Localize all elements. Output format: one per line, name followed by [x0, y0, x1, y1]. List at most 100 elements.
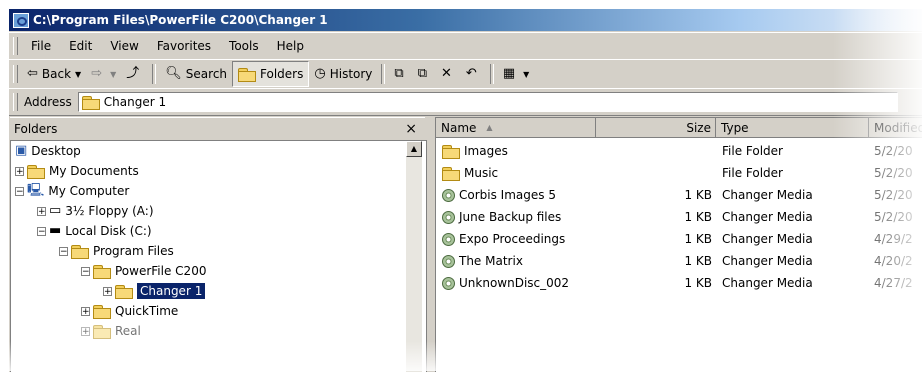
move-to-icon: ⧉ [394, 66, 404, 81]
cell-size [596, 140, 712, 162]
tree-item-changer-1[interactable]: + Changer 1 [103, 281, 206, 301]
history-button[interactable]: ◷ History [309, 62, 377, 86]
toolbar-separator [489, 64, 494, 84]
title-bar: C:\Program Files\PowerFile C200\Changer … [9, 9, 922, 31]
column-header-type[interactable]: Type [716, 118, 869, 138]
address-grip[interactable] [13, 93, 18, 111]
list-item[interactable]: Music File Folder 5/2/20 [436, 162, 922, 184]
history-label: History [329, 67, 373, 81]
tree-item-powerfile[interactable]: − PowerFile C200 [81, 261, 206, 281]
toolbar: ⇦ Back ▼ ⇨ ▼ ⤴ 🔍︎ Search Folders ◷ Histo… [9, 59, 922, 89]
cell-type: Changer Media [722, 206, 868, 228]
tree-item-label: Desktop [31, 144, 81, 158]
tree-item-label-selected: Changer 1 [137, 283, 206, 299]
disc-icon [442, 188, 455, 202]
tree-item-quicktime[interactable]: + QuickTime [81, 301, 178, 321]
collapse-icon[interactable]: − [37, 226, 46, 236]
list-item[interactable]: Corbis Images 5 1 KB Changer Media 5/2/20 [436, 184, 922, 206]
list-item[interactable]: June Backup files 1 KB Changer Media 5/2/20 [436, 206, 922, 228]
collapse-icon[interactable]: − [59, 246, 68, 256]
expand-icon[interactable]: + [81, 326, 90, 336]
address-folder-icon [81, 95, 100, 110]
explorer-window: C:\Program Files\PowerFile C200\Changer … [8, 8, 922, 372]
column-header-modified[interactable]: Modified [869, 118, 922, 138]
menu-file[interactable]: File [22, 37, 60, 55]
column-header-size[interactable]: Size [596, 118, 716, 138]
up-folder-button[interactable]: ⤴ [121, 62, 148, 86]
tree-item-program-files[interactable]: − Program Files [59, 241, 174, 261]
delete-button[interactable]: ✕ [436, 62, 461, 86]
menu-edit[interactable]: Edit [60, 37, 101, 55]
address-label: Address [24, 95, 72, 109]
toolbar-grip[interactable] [13, 65, 18, 83]
list-item[interactable]: The Matrix 1 KB Changer Media 4/20/2 [436, 250, 922, 272]
column-label: Size [686, 120, 711, 135]
menu-help[interactable]: Help [268, 37, 313, 55]
my-documents-icon [27, 164, 45, 179]
back-button[interactable]: ⇦ Back ▼ [22, 62, 86, 86]
forward-dropdown-icon[interactable]: ▼ [110, 70, 116, 79]
copy-to-button[interactable]: ⧉ [413, 62, 436, 86]
file-size: 1 KB [684, 276, 712, 290]
menu-view[interactable]: View [101, 37, 147, 55]
collapse-icon[interactable]: − [15, 186, 24, 196]
pane-splitter[interactable] [427, 117, 435, 372]
tree-scrollbar[interactable]: ▲ [406, 141, 422, 372]
tree-item-label: Real [115, 324, 141, 338]
file-modified: 5/2/20 [874, 144, 913, 158]
tree-item-label: QuickTime [115, 304, 179, 318]
move-to-button[interactable]: ⧉ [389, 62, 412, 86]
file-size: 1 KB [684, 254, 712, 268]
tree-item-real[interactable]: + Real [81, 321, 141, 341]
forward-button[interactable]: ⇨ ▼ [86, 62, 121, 86]
sort-ascending-icon: ▲ [486, 123, 493, 132]
tree-item-desktop[interactable]: ▣ Desktop [15, 141, 81, 161]
file-type: Changer Media [722, 276, 813, 290]
tree-item-label: My Computer [48, 184, 130, 198]
column-header-name[interactable]: Name ▲ [436, 118, 596, 138]
cell-modified: 5/2/20 [874, 140, 922, 162]
cell-name: UnknownDisc_002 [442, 272, 596, 294]
close-pane-button[interactable]: × [405, 121, 425, 137]
cell-name: The Matrix [442, 250, 596, 272]
back-dropdown-icon[interactable]: ▼ [75, 70, 81, 79]
file-type: Changer Media [722, 210, 813, 224]
file-name: June Backup files [459, 210, 562, 224]
expand-icon[interactable]: + [37, 206, 46, 216]
tree-item-floppy[interactable]: + ▭ 3½ Floppy (A:) [37, 201, 154, 221]
tree-item-my-computer[interactable]: − 🖳 My Computer [15, 181, 129, 201]
menu-tools[interactable]: Tools [220, 37, 268, 55]
collapse-icon[interactable]: − [81, 266, 90, 276]
search-icon: 🔍︎ [165, 66, 182, 81]
column-label: Modified [874, 120, 922, 135]
cell-modified: 5/2/20 [874, 162, 922, 184]
list-item[interactable]: UnknownDisc_002 1 KB Changer Media 4/27/2 [436, 272, 922, 294]
folder-icon [93, 324, 111, 339]
cell-modified: 4/29/2 [874, 228, 922, 250]
cell-modified: 5/2/20 [874, 206, 922, 228]
views-button[interactable]: ▦ ▼ [498, 62, 534, 86]
tree-item-label: 3½ Floppy (A:) [65, 204, 154, 218]
views-dropdown-icon[interactable]: ▼ [523, 70, 529, 79]
cell-size: 1 KB [596, 206, 712, 228]
list-item[interactable]: Expo Proceedings 1 KB Changer Media 4/29/2 [436, 228, 922, 250]
cell-name: Expo Proceedings [442, 228, 596, 250]
delete-icon: ✕ [441, 66, 452, 81]
expand-icon[interactable]: + [15, 166, 24, 176]
folders-button[interactable]: Folders [232, 61, 310, 87]
search-button[interactable]: 🔍︎ Search [160, 62, 232, 86]
address-field[interactable]: Changer 1 [77, 92, 898, 112]
expand-icon[interactable]: + [103, 286, 112, 296]
menu-favorites[interactable]: Favorites [148, 37, 220, 55]
menu-grip[interactable] [13, 37, 18, 55]
cell-size: 1 KB [596, 184, 712, 206]
tree-item-my-documents[interactable]: + My Documents [15, 161, 139, 181]
scroll-up-icon[interactable]: ▲ [406, 141, 422, 157]
tree-item-label: PowerFile C200 [115, 264, 207, 278]
folder-icon [442, 166, 460, 181]
floppy-drive-icon: ▭ [49, 203, 62, 218]
undo-button[interactable]: ↶ [461, 62, 486, 86]
tree-item-local-disk[interactable]: − ▬ Local Disk (C:) [37, 221, 152, 241]
expand-icon[interactable]: + [81, 306, 90, 316]
list-item[interactable]: Images File Folder 5/2/20 [436, 140, 922, 162]
